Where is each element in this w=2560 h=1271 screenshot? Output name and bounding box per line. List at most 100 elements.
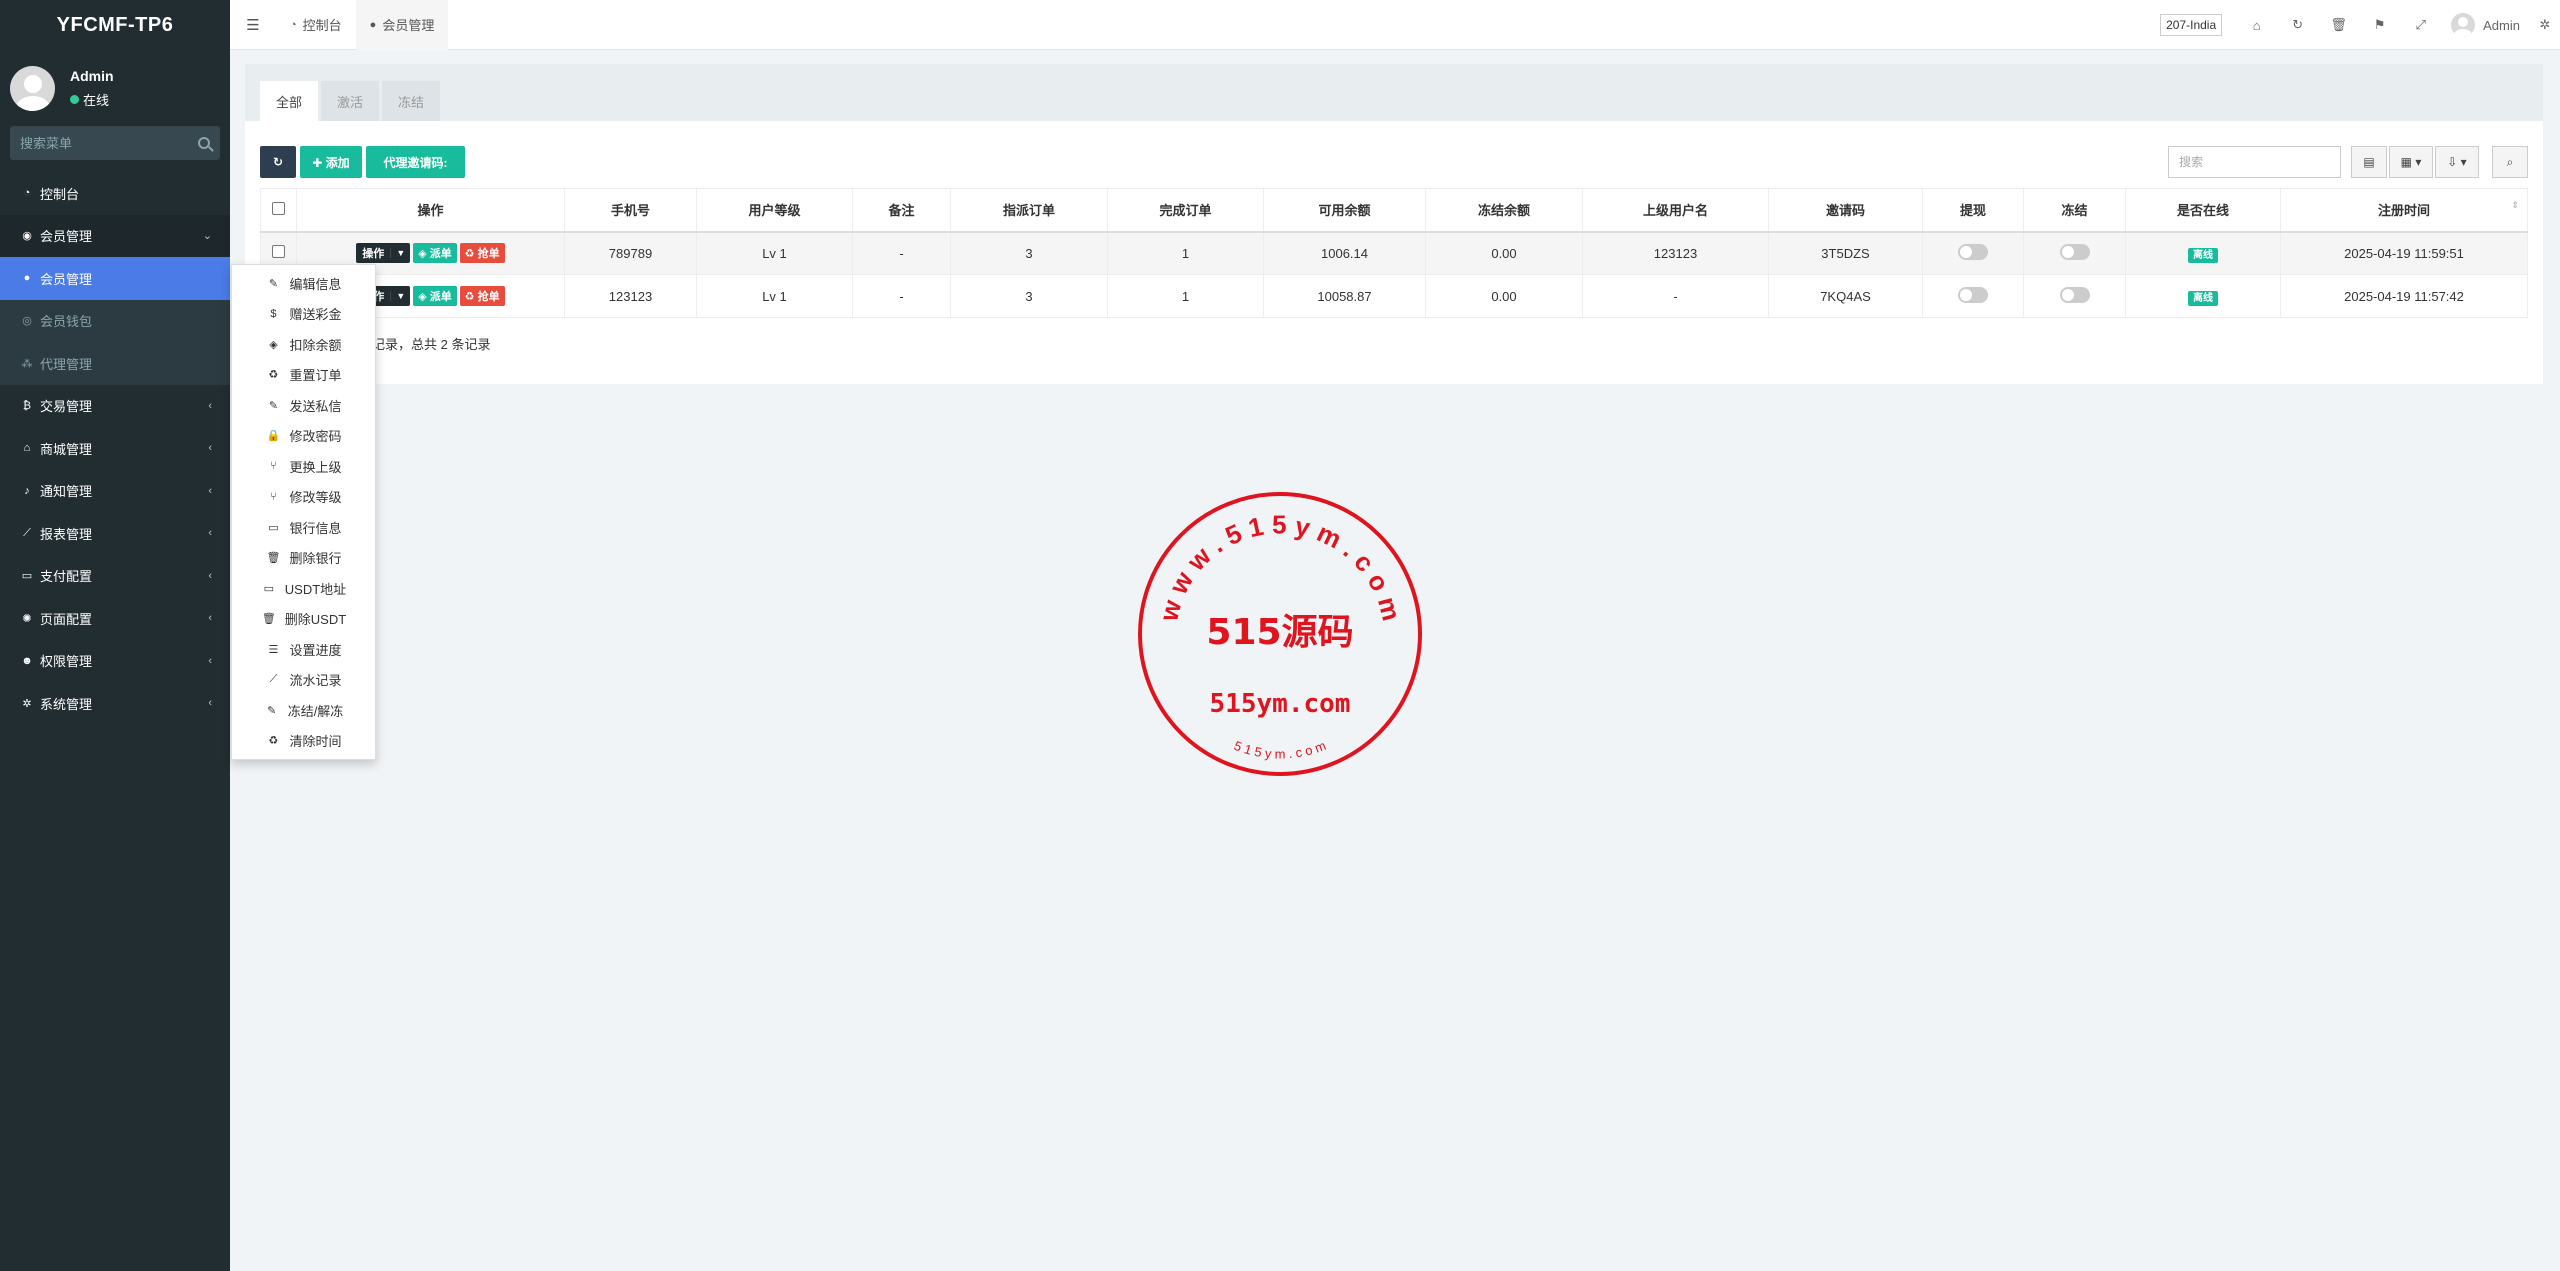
top-header: ☰ ◔ 控制台 ● 会员管理 207-India ⌂ ↻ 🗑 ⚑ ⤢ Admin… (230, 0, 2560, 50)
col-header[interactable]: 冻结余额 (1425, 188, 1583, 233)
admin-menu[interactable]: Admin (2441, 13, 2530, 37)
members-submenu: ● 会员管理 ◎ 会员钱包 ⁂ 代理管理 (0, 257, 230, 385)
sidebar-item-page-config[interactable]: ✺ 页面配置 ‹ (0, 597, 230, 640)
sidebar-subitem-member-wallet[interactable]: ◎ 会员钱包 (0, 300, 230, 343)
sidebar-item-mall[interactable]: ⌂ 商城管理 ‹ (0, 427, 230, 470)
caret-down-icon: ▼ (390, 291, 410, 301)
invite-cell: 7KQ4AS (1768, 274, 1923, 318)
sidebar-item-notify[interactable]: ♪ 通知管理 ‹ (0, 470, 230, 513)
bitcoin-icon: ₿ (22, 399, 32, 412)
menu-item-change-parent[interactable]: ⑂ 更换上级 (232, 451, 375, 482)
sidebar-search-input[interactable] (20, 135, 180, 151)
lock-icon: 🔒 (266, 430, 281, 443)
shield-icon: ◈ (418, 290, 430, 303)
menu-item-deduct-balance[interactable]: ◈ 扣除余额 (232, 329, 375, 360)
sidebar-item-trade[interactable]: ₿ 交易管理 ‹ (0, 385, 230, 428)
col-header[interactable]: 邀请码 (1768, 188, 1923, 233)
language-icon[interactable]: ⚑ (2359, 0, 2400, 50)
freeze-toggle[interactable] (2059, 286, 2090, 303)
menu-item-edit-info[interactable]: ✎ 编辑信息 (232, 268, 375, 299)
menu-item-change-password[interactable]: 🔒 修改密码 (232, 421, 375, 452)
col-header[interactable]: 用户等级 (696, 188, 853, 233)
operation-dropdown-button[interactable]: 操作 ▼ (356, 243, 411, 264)
region-selector[interactable]: 207-India (2160, 14, 2223, 36)
rob-order-button[interactable]: ♻ 抢单 (459, 243, 505, 264)
home-icon[interactable]: ⌂ (2236, 0, 2277, 50)
col-header[interactable]: 指派订单 (950, 188, 1108, 233)
tab-all[interactable]: 全部 (260, 81, 319, 121)
online-cell: 离线 (2125, 231, 2281, 275)
rob-order-button[interactable]: ♻ 抢单 (459, 286, 505, 306)
menu-item-send-message[interactable]: ✎ 发送私信 (232, 390, 375, 421)
search-icon[interactable] (198, 137, 210, 149)
tab-frozen[interactable]: 冻结 (382, 81, 441, 121)
menu-item-gift-bonus[interactable]: $ 赠送彩金 (232, 299, 375, 330)
registered-cell: 2025-04-19 11:59:51 (2280, 231, 2528, 275)
sidebar-subitem-agent-manage[interactable]: ⁂ 代理管理 (0, 342, 230, 385)
col-header[interactable]: 手机号 (564, 188, 697, 233)
menu-item-usdt-address[interactable]: ▭ USDT地址 (232, 573, 375, 604)
menu-item-set-progress[interactable]: ☰ 设置进度 (232, 634, 375, 665)
phone-cell: 789789 (564, 231, 697, 275)
sidebar: YFCMF-TP6 Admin 在线 ◔ 控制台 ◉ 会员管理 ⌄ ● 会员管理… (0, 0, 230, 1271)
sidebar-item-system[interactable]: ✲ 系统管理 ‹ (0, 682, 230, 725)
menu-item-clear-time[interactable]: ♻ 清除时间 (232, 726, 375, 757)
toggle-view-button[interactable]: ▤ (2351, 146, 2387, 178)
tab-members[interactable]: ● 会员管理 (355, 0, 449, 50)
sidebar-item-dashboard[interactable]: ◔ 控制台 (0, 172, 230, 215)
cogs-icon[interactable]: ✲ (2530, 0, 2560, 50)
sidebar-subitem-member-manage[interactable]: ● 会员管理 (0, 257, 230, 300)
agent-invite-button[interactable]: 代理邀请码: (366, 146, 465, 178)
pencil-icon: ✎ (268, 277, 279, 290)
table-search-input[interactable] (2168, 146, 2341, 178)
menu-item-bank-info[interactable]: ▭ 银行信息 (232, 512, 375, 543)
sidebar-item-payment[interactable]: ▭ 支付配置 ‹ (0, 555, 230, 598)
chevron-left-icon: ‹ (208, 527, 212, 540)
col-header[interactable]: 备注 (852, 188, 951, 233)
table-toolbar: ↻ ✚ 添加 代理邀请码: ▤ ▦ ▾ ⇩ ▾ ⌕ (260, 146, 2528, 178)
trash-icon: 🗑 (266, 552, 281, 565)
chevron-left-icon: ‹ (208, 569, 212, 582)
menu-item-delete-usdt[interactable]: 🗑 删除USDT (232, 604, 375, 635)
advanced-search-button[interactable]: ⌕ (2492, 146, 2528, 178)
withdraw-toggle[interactable] (1958, 286, 1988, 303)
col-header[interactable]: 冻结 (2023, 188, 2126, 233)
sidebar-search[interactable] (10, 126, 220, 160)
sidebar-item-report[interactable]: ⟋ 报表管理 ‹ (0, 512, 230, 555)
row-checkbox[interactable] (272, 245, 285, 259)
sidebar-item-members[interactable]: ◉ 会员管理 ⌄ (0, 214, 230, 257)
menu-item-delete-bank[interactable]: 🗑 删除银行 (232, 543, 375, 574)
table-row: 操作 ▼ ◈ 派单 ♻ 抢单 123123 Lv 1 - 3 1 10058.8… (260, 274, 2528, 318)
col-header[interactable]: 提现 (1922, 188, 2024, 233)
tab-active[interactable]: 激活 (321, 81, 380, 121)
col-header-registered[interactable]: 注册时间 ⇕ (2280, 188, 2528, 233)
tab-dashboard[interactable]: ◔ 控制台 (276, 0, 356, 50)
chevron-left-icon: ‹ (208, 399, 212, 412)
sidebar-item-permission[interactable]: ☻ 权限管理 ‹ (0, 640, 230, 683)
columns-button[interactable]: ▦ ▾ (2389, 146, 2433, 178)
refresh-icon[interactable]: ↻ (2277, 0, 2318, 50)
add-button[interactable]: ✚ 添加 (300, 146, 362, 178)
withdraw-toggle[interactable] (1958, 243, 1988, 260)
dispatch-button[interactable]: ◈ 派单 (413, 286, 457, 306)
col-header[interactable]: 完成订单 (1107, 188, 1264, 233)
menu-item-freeze-unfreeze[interactable]: ✎ 冻结/解冻 (232, 695, 375, 726)
recycle-icon: ♻ (268, 735, 279, 748)
export-button[interactable]: ⇩ ▾ (2435, 146, 2479, 178)
dashboard-icon: ◔ (23, 187, 31, 200)
dispatch-button[interactable]: ◈ 派单 (413, 243, 457, 264)
menu-item-reset-orders[interactable]: ♻ 重置订单 (232, 360, 375, 391)
select-all-checkbox[interactable] (272, 201, 285, 215)
trash-icon[interactable]: 🗑 (2318, 0, 2359, 50)
col-header[interactable]: 是否在线 (2125, 188, 2281, 233)
parent-cell: - (1582, 274, 1769, 318)
freeze-toggle[interactable] (2059, 243, 2090, 260)
fullscreen-icon[interactable]: ⤢ (2400, 0, 2441, 50)
col-header[interactable]: 可用余额 (1263, 188, 1426, 233)
menu-toggle-icon[interactable]: ☰ (230, 0, 276, 50)
refresh-button[interactable]: ↻ (260, 146, 296, 178)
menu-item-change-level[interactable]: ⑂ 修改等级 (232, 482, 375, 513)
chevron-left-icon: ‹ (208, 654, 212, 667)
col-header[interactable]: 上级用户名 (1582, 188, 1769, 233)
menu-item-flow-records[interactable]: ⟋ 流水记录 (232, 665, 375, 696)
